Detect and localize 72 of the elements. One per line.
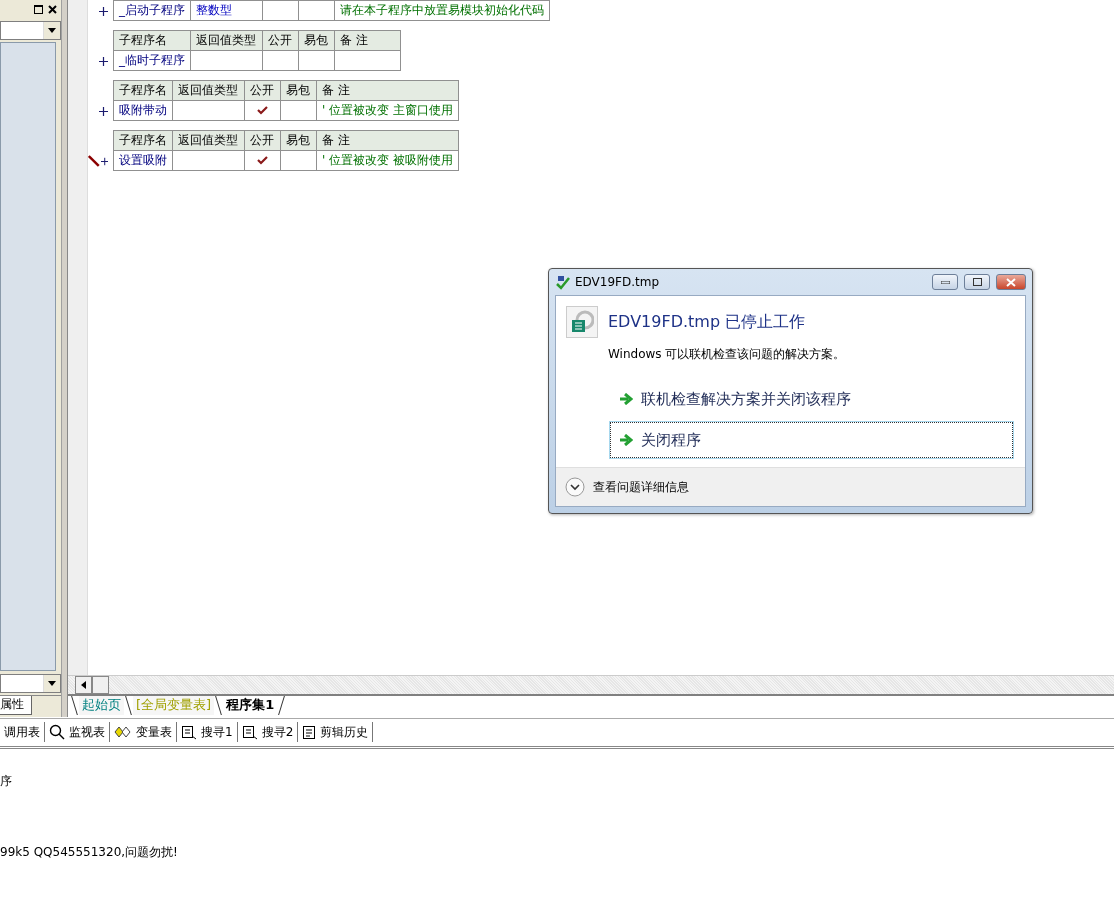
find-document-icon (241, 724, 258, 740)
output-line: 序 (0, 773, 13, 789)
left-arrow-icon (81, 680, 86, 689)
column-header: 子程序名 (113, 30, 191, 51)
output-line: 99k5 QQ545551320,问题勿扰! (0, 844, 179, 860)
program-icon (566, 306, 598, 338)
table-cell: ' 位置被改变 被吸附使用 (316, 150, 459, 171)
pencil-icon (88, 154, 100, 168)
column-header: 返回值类型 (172, 130, 245, 151)
arrow-icon (619, 434, 633, 446)
table-cell: _启动子程序 (113, 0, 191, 21)
diamonds-icon (114, 726, 132, 739)
editor-tab[interactable]: 起始页 (79, 695, 124, 715)
scroll-left-button[interactable] (75, 675, 92, 694)
column-header: 备 注 (316, 130, 459, 151)
caret-icon (48, 28, 56, 33)
app-icon (555, 274, 571, 290)
search-icon (49, 724, 65, 741)
toolbar-button[interactable]: 剪辑历史 (298, 722, 374, 743)
dropdown-field[interactable] (0, 673, 61, 693)
table-cell (298, 0, 335, 21)
column-header: 易包 (298, 30, 335, 51)
column-header: 易包 (280, 130, 317, 151)
panel-tab[interactable]: 属性 (0, 695, 32, 715)
close-icon (1006, 277, 1016, 287)
dialog-heading: EDV19FD.tmp 已停止工作 (608, 311, 806, 333)
column-header: 返回值类型 (190, 30, 263, 51)
document-icon (302, 724, 317, 740)
dialog-title: EDV19FD.tmp (575, 275, 661, 289)
minimize-icon (940, 280, 950, 284)
table-cell: 设置吸附 (113, 150, 173, 171)
table-cell: 吸附带动 (113, 100, 173, 121)
table-cell: ' 位置被改变 主窗口使用 (316, 100, 459, 121)
column-header: 返回值类型 (172, 80, 245, 101)
toolbar-button[interactable]: 搜寻1 (177, 722, 238, 743)
arrow-icon (619, 393, 633, 405)
column-header: 公开 (262, 30, 299, 51)
caret-icon (48, 680, 56, 686)
close-icon[interactable] (46, 3, 58, 15)
find-document-icon (181, 724, 197, 740)
column-header: 子程序名 (113, 130, 173, 151)
toolbar-button[interactable]: 搜寻2 (237, 722, 299, 743)
column-header: 易包 (280, 80, 317, 101)
toolbar-button[interactable]: 变量表 (110, 722, 177, 743)
details-link[interactable]: 查看问题详细信息 (593, 478, 689, 496)
check-icon (257, 155, 268, 165)
expand-icon[interactable] (99, 106, 108, 116)
maximize-icon[interactable] (32, 3, 44, 15)
maximize-button[interactable] (964, 274, 990, 290)
table-cell (334, 50, 401, 71)
close-button[interactable] (996, 274, 1026, 290)
column-header: 公开 (244, 80, 281, 101)
dropdown-field[interactable] (0, 21, 61, 40)
column-header: 子程序名 (113, 80, 173, 101)
command-link[interactable]: 关闭程序 (610, 422, 1013, 458)
table-cell: 请在本子程序中放置易模块初始化代码 (334, 0, 550, 21)
maximize-icon (972, 278, 982, 286)
column-header: 备 注 (334, 30, 401, 51)
check-icon (257, 105, 268, 115)
table-cell: _临时子程序 (113, 50, 191, 71)
expand-icon[interactable] (99, 6, 108, 16)
table-cell (298, 50, 335, 71)
expand-icon[interactable] (99, 56, 108, 66)
toolbar-button[interactable]: 监视表 (45, 722, 110, 743)
dialog-message: Windows 可以联机检查该问题的解决方案。 (607, 346, 847, 363)
column-header: 备 注 (316, 80, 459, 101)
expand-icon[interactable] (100, 156, 108, 166)
minimize-button[interactable] (932, 274, 958, 290)
toolbar-button[interactable]: 调用表 (0, 722, 45, 743)
table-cell: 整数型 (190, 0, 263, 21)
column-header: 公开 (244, 130, 281, 151)
scroll-thumb[interactable] (92, 675, 109, 694)
